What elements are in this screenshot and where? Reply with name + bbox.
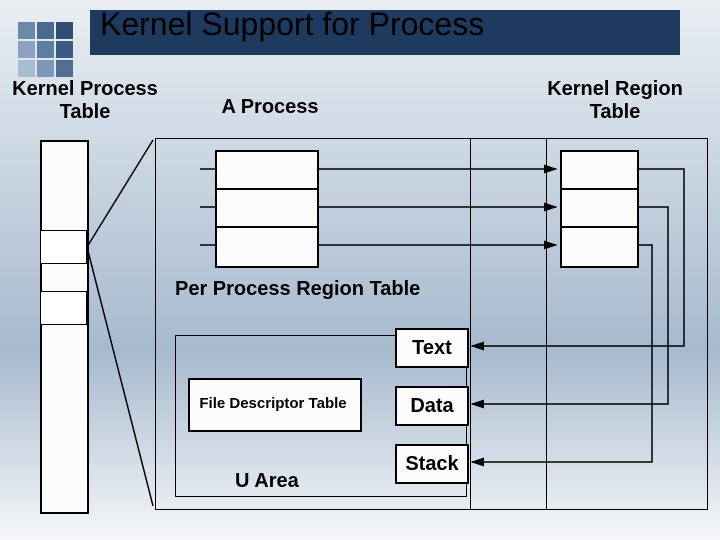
segment-stack: Stack: [395, 444, 469, 484]
segment-text: Text: [395, 328, 469, 368]
deco-sq: [37, 60, 54, 77]
label-kernel-process-table: Kernel Process Table: [0, 78, 170, 124]
label-fdt: File Descriptor Table: [195, 395, 351, 412]
label-a-process: A Process: [200, 96, 340, 119]
label-kernel-region-table: Kernel Region Table: [530, 78, 700, 124]
deco-sq: [18, 60, 35, 77]
label-uarea: U Area: [235, 470, 299, 493]
deco-sq: [37, 41, 54, 58]
kernel-process-table: [40, 140, 89, 514]
segment-data: Data: [395, 386, 469, 426]
deco-sq: [56, 22, 73, 39]
pprt-cell: [215, 226, 319, 268]
kpt-entry: [40, 291, 87, 325]
kpt-entry: [40, 230, 87, 264]
deco-sq: [18, 41, 35, 58]
kernel-region-table-box: [470, 138, 708, 510]
deco-sq: [56, 60, 73, 77]
pprt-cell: [215, 188, 319, 230]
pprt-cell: [215, 150, 319, 192]
slide: Kernel Support for Process Kernel Proces…: [0, 0, 720, 540]
deco-sq: [56, 41, 73, 58]
page-title: Kernel Support for Process: [100, 6, 660, 43]
label-pprt: Per Process Region Table: [175, 278, 420, 301]
deco-sq: [37, 22, 54, 39]
deco-sq: [18, 22, 35, 39]
